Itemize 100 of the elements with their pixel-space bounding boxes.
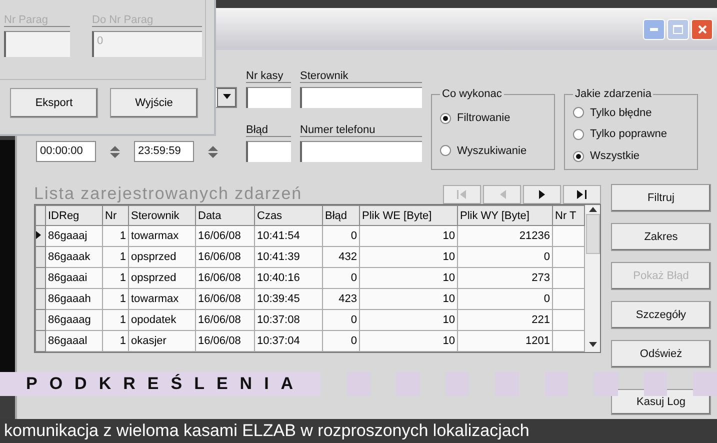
table-cell: 21236 xyxy=(458,226,552,246)
previous-icon xyxy=(498,190,506,199)
table-cell: 1 xyxy=(102,330,128,352)
action-button[interactable]: Zakres xyxy=(611,223,711,251)
input-field[interactable] xyxy=(246,141,291,162)
navigation-button[interactable] xyxy=(523,185,561,204)
table-cell: 86gaaag xyxy=(46,310,102,330)
column-header[interactable]: Plik WY [Byte] xyxy=(458,206,552,226)
input-field[interactable] xyxy=(4,31,70,57)
radio-option[interactable]: Tylko błędne xyxy=(573,106,689,119)
table-cell: 16/06/08 xyxy=(196,288,254,310)
table-cell: 10 xyxy=(360,310,458,330)
table-cell: 1 xyxy=(102,226,128,246)
table-cell: 10:39:45 xyxy=(254,288,322,310)
column-header[interactable]: Plik WE [Byte] xyxy=(360,206,458,226)
table-cell: 16/06/08 xyxy=(196,330,254,352)
column-header[interactable]: Nr xyxy=(102,206,128,226)
column-header[interactable]: Czas xyxy=(254,206,322,226)
table-cell: 86gaaal xyxy=(46,330,102,352)
group-title: Co wykonac xyxy=(441,88,503,100)
minimize-button[interactable] xyxy=(643,18,665,40)
table-cell xyxy=(552,288,584,310)
field-label: Sterownik xyxy=(300,70,422,83)
table-cell: 10 xyxy=(360,288,458,310)
scrollbar-thumb[interactable] xyxy=(586,214,600,254)
row-indicator[interactable] xyxy=(36,226,46,246)
action-button[interactable]: Szczegóły xyxy=(611,301,711,329)
group-title: Jakie zdarzenia xyxy=(574,88,652,100)
table-cell: 273 xyxy=(458,268,552,288)
close-icon xyxy=(698,24,706,34)
table-cell: 10:40:16 xyxy=(254,268,322,288)
table-cell xyxy=(552,246,584,268)
table-cell: 86gaaah xyxy=(46,288,102,310)
table-cell: 1 xyxy=(102,246,128,268)
table-cell: 1 xyxy=(102,268,128,288)
action-button[interactable]: Odśwież xyxy=(611,340,711,368)
table-cell: towarmax xyxy=(128,288,196,310)
section-banner: PODKREŚLENIA xyxy=(0,372,321,396)
table-cell: opodatek xyxy=(128,310,196,330)
scrollbar[interactable] xyxy=(585,205,600,352)
up-arrow-icon xyxy=(588,207,596,215)
maximize-icon xyxy=(673,24,683,34)
table-cell: 16/06/08 xyxy=(196,268,254,288)
column-header[interactable]: IDReg xyxy=(46,206,102,226)
table-cell: 10 xyxy=(360,246,458,268)
column-header[interactable]: Data xyxy=(196,206,254,226)
table-cell xyxy=(552,226,584,246)
field-label: Numer telefonu xyxy=(300,124,422,137)
table-cell: 0 xyxy=(322,310,360,330)
radio-option[interactable]: Wyszukiwanie xyxy=(440,144,546,157)
table-cell: 0 xyxy=(458,288,552,310)
table-cell: 16/06/08 xyxy=(196,246,254,268)
down-arrow-icon xyxy=(222,94,230,102)
radio-option[interactable]: Tylko poprawne xyxy=(573,128,689,140)
table-cell: 10:41:54 xyxy=(254,226,322,246)
radio-option[interactable]: Wszystkie xyxy=(573,150,689,162)
spin-arrows-icon xyxy=(108,144,122,158)
table-cell: 1201 xyxy=(458,330,552,352)
field-label: Błąd xyxy=(246,124,291,137)
table-cell: towarmax xyxy=(128,226,196,246)
column-header[interactable]: Sterownik xyxy=(128,206,196,226)
table-cell: 10:41:39 xyxy=(254,246,322,268)
input-field[interactable] xyxy=(300,87,422,108)
navigation-button[interactable] xyxy=(563,185,601,204)
table-cell: okasjer xyxy=(128,330,196,352)
table-cell: 423 xyxy=(322,288,360,310)
first-record-icon xyxy=(457,190,467,199)
table-cell: 432 xyxy=(322,246,360,268)
table-cell: 86gaaai xyxy=(46,268,102,288)
table-cell: 10 xyxy=(360,268,458,288)
time-from-field[interactable]: 00:00:00 xyxy=(36,141,96,162)
dialog-button[interactable]: Wyjście xyxy=(110,88,198,118)
column-header[interactable]: Błąd xyxy=(322,206,360,226)
table-cell: 16/06/08 xyxy=(196,226,254,246)
table-cell: 1 xyxy=(102,310,128,330)
next-icon xyxy=(538,190,546,199)
close-button[interactable] xyxy=(691,18,713,40)
column-header[interactable]: Nr T xyxy=(552,206,584,226)
dialog-button[interactable]: Eksport xyxy=(10,88,98,118)
spin-arrows-icon xyxy=(206,144,220,158)
table-cell: 10 xyxy=(360,330,458,352)
table-cell: 10:37:08 xyxy=(254,310,322,330)
decorative-square xyxy=(594,372,618,396)
input-field[interactable] xyxy=(300,141,422,162)
table-cell: 86gaaak xyxy=(46,246,102,268)
field-label: Nr kasy xyxy=(246,70,291,83)
radio-option[interactable]: Filtrowanie xyxy=(440,112,546,124)
table-cell: 0 xyxy=(322,330,360,352)
time-to-field[interactable]: 23:59:59 xyxy=(134,141,194,162)
table-cell: 16/06/08 xyxy=(196,310,254,330)
table-cell xyxy=(552,310,584,330)
table-cell: opsprzed xyxy=(128,268,196,288)
table-cell: 0 xyxy=(322,268,360,288)
table-cell: 10 xyxy=(360,226,458,246)
last-record-icon xyxy=(577,190,587,199)
action-button[interactable]: Filtruj xyxy=(611,184,711,212)
table-cell: 221 xyxy=(458,310,552,330)
table-cell: opsprzed xyxy=(128,246,196,268)
minimize-icon xyxy=(650,28,658,30)
input-field[interactable] xyxy=(246,87,291,108)
